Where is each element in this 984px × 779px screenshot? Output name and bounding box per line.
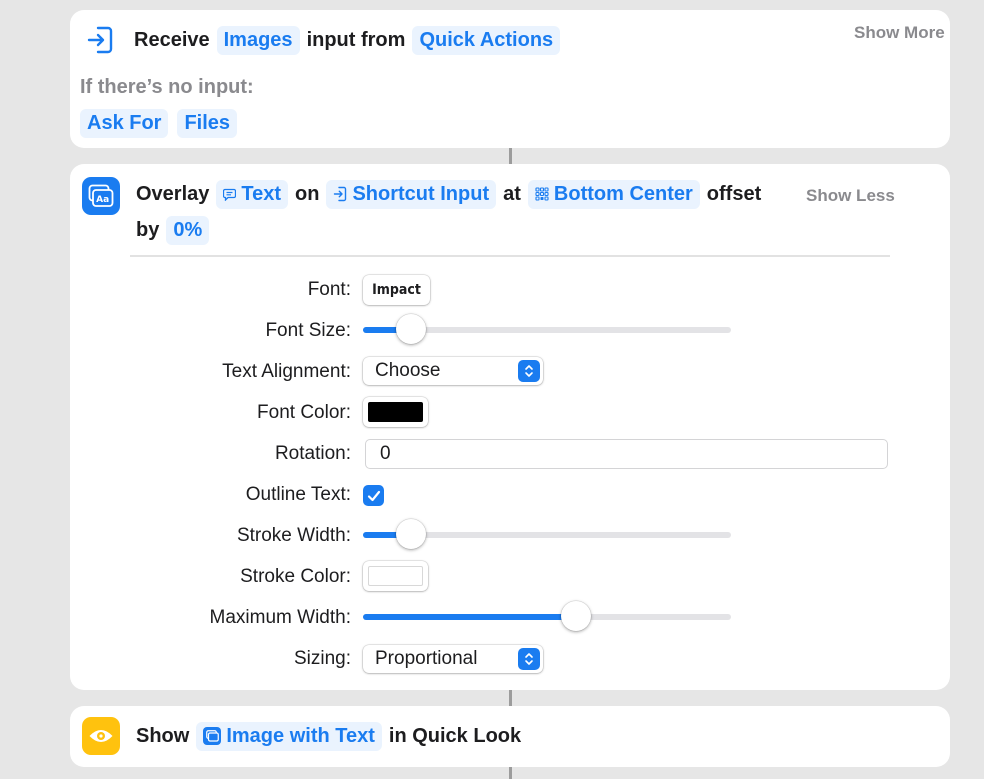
- at-word: at: [503, 182, 521, 205]
- grid-position-icon: [535, 187, 549, 201]
- flow-connector: [509, 148, 512, 164]
- flow-connector: [509, 767, 512, 779]
- show-word: Show: [136, 724, 190, 747]
- font-label: Font:: [307, 279, 351, 300]
- no-input-label: If there’s no input:: [80, 76, 254, 98]
- rotation-field[interactable]: 0: [365, 439, 888, 469]
- position-token[interactable]: Bottom Center: [527, 179, 700, 209]
- app-icon-text: Aa: [96, 195, 109, 205]
- shortcut-input-token[interactable]: Shortcut Input: [326, 179, 497, 209]
- sizing-value: Proportional: [375, 648, 478, 669]
- stroke-color-label: Stroke Color:: [240, 566, 351, 587]
- stroke-color-well[interactable]: [363, 561, 428, 591]
- chevron-up-down-icon: [518, 360, 540, 382]
- receive-input-icon: [84, 24, 116, 56]
- stroke-color-swatch: [368, 566, 423, 586]
- font-color-label: Font Color:: [257, 402, 351, 423]
- in-quick-look-word: in Quick Look: [388, 724, 522, 747]
- checkmark-icon: [367, 490, 380, 501]
- text-bubble-icon: [223, 188, 237, 201]
- image-with-text-token[interactable]: Image with Text: [196, 721, 382, 751]
- offset-word: offset: [706, 182, 762, 205]
- overlay-word: Overlay: [136, 182, 210, 205]
- slider-knob[interactable]: [395, 519, 426, 549]
- receive-word: Receive: [134, 28, 210, 51]
- text-alignment-popup[interactable]: Choose: [363, 357, 543, 385]
- offset-token[interactable]: 0%: [166, 215, 210, 245]
- by-word: by: [136, 218, 160, 241]
- font-color-swatch: [368, 402, 423, 422]
- font-size-label: Font Size:: [265, 320, 351, 341]
- outline-text-label: Outline Text:: [245, 484, 351, 505]
- quick-look-eye-icon: [82, 717, 120, 755]
- overlay-text-app-icon: Aa: [82, 177, 120, 215]
- overlay-text-action-card[interactable]: Aa Overlay Text on Shortcut Input at Bot…: [70, 164, 950, 690]
- shortcut-input-label: Shortcut Input: [352, 182, 490, 205]
- flow-connector: [509, 690, 512, 706]
- shortcut-input-icon: [334, 186, 347, 202]
- input-source-token[interactable]: Quick Actions: [412, 25, 561, 55]
- maximum-width-slider[interactable]: [363, 601, 731, 631]
- input-from-word: input from: [306, 28, 406, 51]
- files-token[interactable]: Files: [177, 108, 238, 138]
- show-more-button[interactable]: Show More: [854, 23, 945, 43]
- font-picker-button[interactable]: Impact: [363, 275, 430, 305]
- ask-for-token[interactable]: Ask For: [80, 108, 169, 138]
- text-alignment-label: Text Alignment:: [222, 361, 351, 382]
- image-with-text-label: Image with Text: [226, 724, 375, 747]
- position-token-label: Bottom Center: [553, 182, 693, 205]
- stroke-width-slider[interactable]: [363, 519, 731, 549]
- chevron-up-down-icon: [518, 648, 540, 670]
- outline-text-checkbox[interactable]: [363, 485, 384, 506]
- text-alignment-value: Choose: [375, 360, 441, 381]
- params-divider: [130, 255, 890, 257]
- slider-fill: [363, 614, 577, 620]
- input-type-token[interactable]: Images: [216, 25, 300, 55]
- rotation-label: Rotation:: [274, 443, 351, 464]
- receive-action-card[interactable]: Receive Images input from Quick Actions …: [70, 10, 950, 148]
- overlay-text-mini-icon: [203, 727, 222, 745]
- slider-knob[interactable]: [561, 601, 592, 631]
- on-word: on: [295, 182, 320, 205]
- text-token-label: Text: [241, 182, 282, 205]
- font-color-well[interactable]: [363, 397, 428, 427]
- show-quick-look-action-card[interactable]: Show Image with Text in Quick Look: [70, 706, 950, 767]
- sizing-popup[interactable]: Proportional: [363, 645, 543, 673]
- text-token[interactable]: Text: [216, 179, 289, 209]
- font-size-slider[interactable]: [363, 314, 731, 344]
- sizing-label: Sizing:: [293, 648, 351, 669]
- maximum-width-label: Maximum Width:: [209, 607, 351, 628]
- show-less-button[interactable]: Show Less: [806, 186, 895, 206]
- slider-knob[interactable]: [395, 314, 426, 344]
- stroke-width-label: Stroke Width:: [236, 525, 351, 546]
